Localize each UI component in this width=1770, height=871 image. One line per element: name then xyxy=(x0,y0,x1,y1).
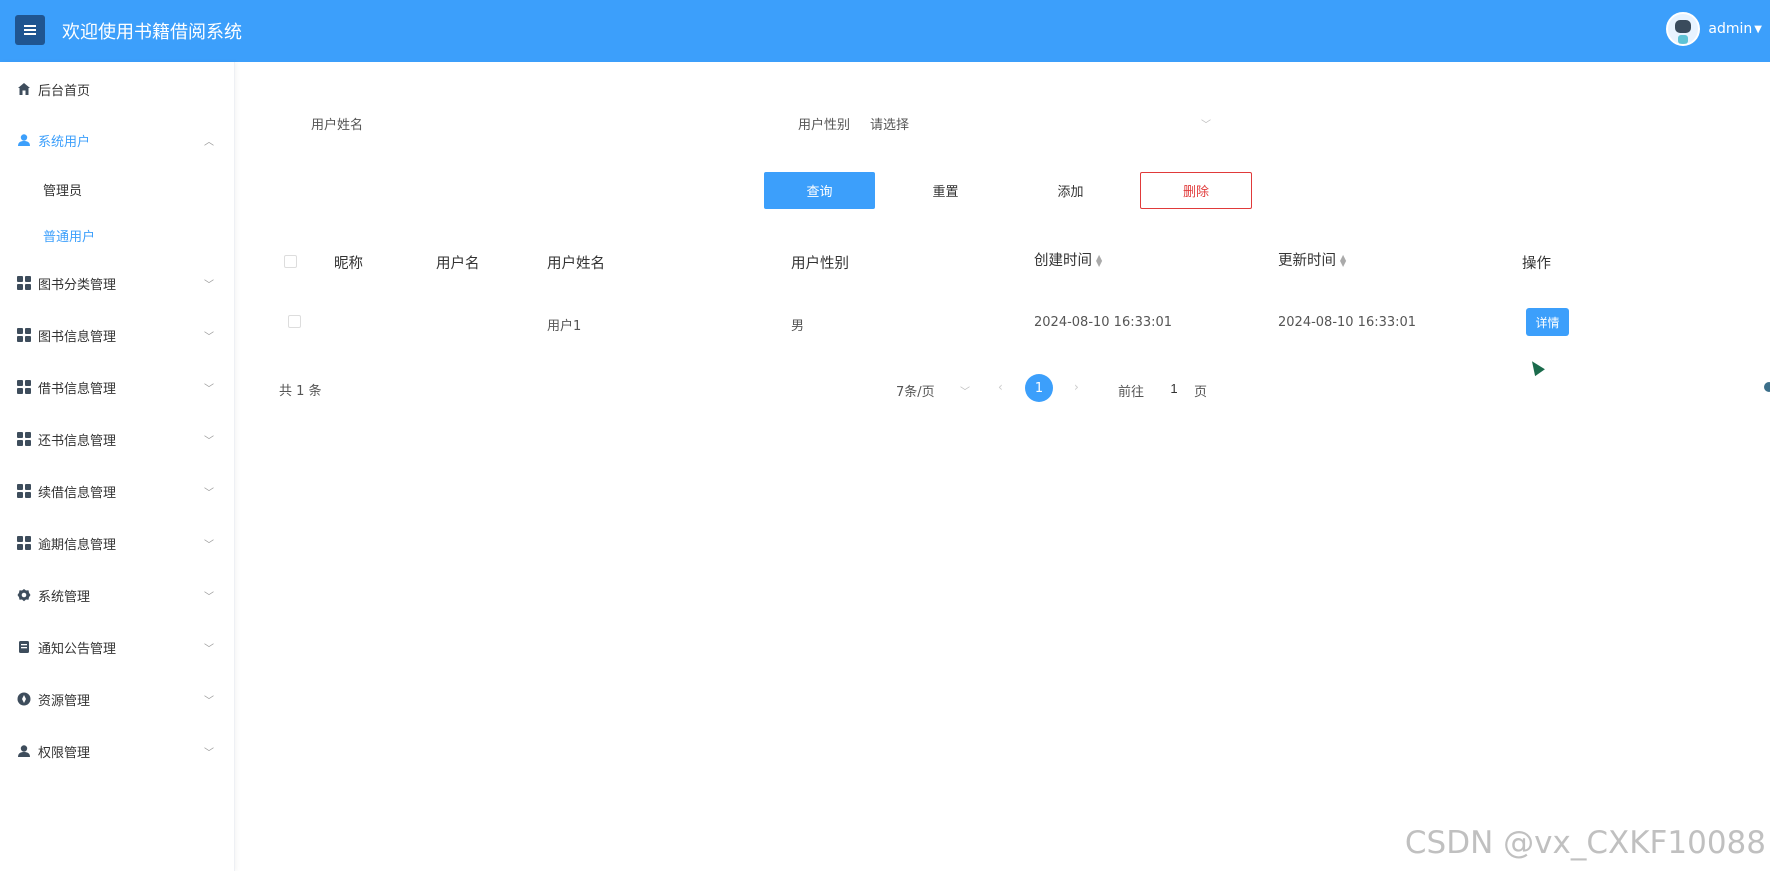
sidebar-item-home[interactable]: 后台首页 xyxy=(0,74,235,104)
hamburger-icon xyxy=(24,29,36,31)
sidebar-item-label: 逾期信息管理 xyxy=(38,537,117,553)
sort-icon[interactable]: ▲ ▼ xyxy=(1096,254,1102,268)
cell-realname: 用户1 xyxy=(547,319,582,334)
goto-prefix: 前往 xyxy=(1118,385,1145,400)
filter-gender-placeholder: 请选择 xyxy=(870,118,910,133)
watermark: CSDN @vx_CXKF10088 xyxy=(1404,825,1766,861)
delete-button[interactable]: 删除 xyxy=(1140,172,1252,209)
select-all-checkbox[interactable] xyxy=(284,255,297,268)
grid-icon xyxy=(17,276,31,290)
sidebar-item-label: 图书信息管理 xyxy=(38,329,117,345)
user-icon xyxy=(18,745,30,757)
column-header-nickname: 昵称 xyxy=(334,256,363,272)
sidebar-item-label: 系统管理 xyxy=(38,589,91,605)
main-content: 用户姓名 用户性别 请选择 ﹀ 查询 重置 添加 删除 昵称 用户名 用户姓名 … xyxy=(236,62,1770,871)
search-button[interactable]: 查询 xyxy=(764,172,875,209)
column-header-label: 更新时间 xyxy=(1278,253,1336,269)
filter-name-input[interactable] xyxy=(376,106,676,138)
sidebar-item-resource-management[interactable]: 资源管理 ﹀ xyxy=(0,684,235,714)
sidebar-item-label: 通知公告管理 xyxy=(38,641,117,657)
chevron-down-icon: ﹀ xyxy=(204,279,214,291)
sidebar-item-return-info[interactable]: 还书信息管理 ﹀ xyxy=(0,424,235,454)
sidebar-item-label: 权限管理 xyxy=(38,745,91,761)
chevron-down-icon: ﹀ xyxy=(204,695,214,707)
prev-page-icon[interactable]: ‹ xyxy=(998,380,1003,394)
user-name[interactable]: admin xyxy=(1708,21,1752,37)
goto-suffix: 页 xyxy=(1194,385,1208,400)
robot-avatar[interactable] xyxy=(1666,12,1701,46)
goto-page-input[interactable] xyxy=(1154,374,1194,402)
page-size-value: 7条/页 xyxy=(896,385,935,400)
column-header-created[interactable]: 创建时间 ▲ ▼ xyxy=(1034,249,1102,270)
chevron-down-icon: ﹀ xyxy=(204,747,214,759)
add-button[interactable]: 添加 xyxy=(1015,172,1126,209)
grid-icon xyxy=(17,328,31,342)
sidebar-item-label: 系统用户 xyxy=(38,134,91,150)
chevron-down-icon: ﹀ xyxy=(204,487,214,499)
sidebar-item-label: 借书信息管理 xyxy=(38,381,117,397)
column-header-label: 创建时间 xyxy=(1034,253,1092,269)
page-size-select[interactable]: 7条/页 ﹀ xyxy=(896,372,976,402)
sidebar-item-borrow-info[interactable]: 借书信息管理 ﹀ xyxy=(0,372,235,402)
sidebar-item-system-users[interactable]: 系统用户 ︿ xyxy=(0,125,235,155)
grid-icon xyxy=(17,536,31,550)
next-page-icon[interactable]: › xyxy=(1074,380,1079,394)
sidebar: 后台首页 系统用户 ︿ 管理员 普通用户 图书分类管理 ﹀ 图书信息管理 ﹀ 借… xyxy=(0,62,235,871)
column-header-actions: 操作 xyxy=(1522,256,1551,272)
filter-name-label: 用户姓名 xyxy=(311,118,364,133)
top-bar: 欢迎使用书籍借阅系统 admin ▼ xyxy=(0,0,1770,62)
sidebar-item-book-info[interactable]: 图书信息管理 ﹀ xyxy=(0,320,235,350)
column-header-realname: 用户姓名 xyxy=(547,256,605,272)
chevron-down-icon: ﹀ xyxy=(1201,120,1211,131)
chevron-down-icon: ﹀ xyxy=(204,643,214,655)
grid-icon xyxy=(17,432,31,446)
sidebar-item-notice-management[interactable]: 通知公告管理 ﹀ xyxy=(0,632,235,662)
gear-icon xyxy=(17,589,31,602)
chevron-down-icon: ﹀ xyxy=(204,591,214,603)
column-header-gender: 用户性别 xyxy=(791,256,849,272)
chevron-down-icon: ﹀ xyxy=(204,383,214,395)
chevron-down-icon[interactable]: ▼ xyxy=(1754,24,1762,35)
sidebar-subitem-normal-user[interactable]: 普通用户 xyxy=(43,226,95,245)
cell-created: 2024-08-10 16:33:01 xyxy=(1034,315,1173,330)
sidebar-item-renew-info[interactable]: 续借信息管理 ﹀ xyxy=(0,476,235,506)
sidebar-item-system-management[interactable]: 系统管理 ﹀ xyxy=(0,580,235,610)
sidebar-item-label: 图书分类管理 xyxy=(38,277,117,293)
user-icon xyxy=(18,134,30,146)
cell-updated: 2024-08-10 16:33:01 xyxy=(1278,315,1417,330)
chevron-down-icon: ﹀ xyxy=(204,331,214,343)
sidebar-item-permission-management[interactable]: 权限管理 ﹀ xyxy=(0,736,235,766)
compass-icon xyxy=(17,692,31,706)
detail-button[interactable]: 详情 xyxy=(1526,308,1569,336)
chevron-down-icon: ﹀ xyxy=(204,539,214,551)
sidebar-subitem-admin[interactable]: 管理员 xyxy=(43,180,82,199)
sidebar-item-label: 资源管理 xyxy=(38,693,91,709)
document-icon xyxy=(19,641,29,653)
column-header-username: 用户名 xyxy=(436,256,480,272)
chevron-up-icon: ︿ xyxy=(204,136,214,148)
filter-gender-select[interactable]: 请选择 ﹀ xyxy=(866,106,1216,138)
grid-icon xyxy=(17,484,31,498)
reset-button[interactable]: 重置 xyxy=(890,172,1001,209)
grid-icon xyxy=(17,380,31,394)
sidebar-item-label: 还书信息管理 xyxy=(38,433,117,449)
sort-icon[interactable]: ▲ ▼ xyxy=(1340,254,1346,268)
pagination-total: 共 1 条 xyxy=(279,384,322,399)
menu-toggle-button[interactable] xyxy=(15,15,45,45)
chevron-down-icon: ﹀ xyxy=(960,387,970,398)
column-header-updated[interactable]: 更新时间 ▲ ▼ xyxy=(1278,249,1346,270)
app-title: 欢迎使用书籍借阅系统 xyxy=(62,22,242,43)
floating-dot-icon[interactable] xyxy=(1764,382,1770,392)
user-menu[interactable]: admin ▼ xyxy=(1666,12,1762,46)
row-checkbox[interactable] xyxy=(288,315,301,328)
page-number-current[interactable]: 1 xyxy=(1025,374,1053,402)
sidebar-item-overdue-info[interactable]: 逾期信息管理 ﹀ xyxy=(0,528,235,558)
cell-gender: 男 xyxy=(791,319,805,334)
home-icon xyxy=(18,83,30,95)
sidebar-item-book-category[interactable]: 图书分类管理 ﹀ xyxy=(0,268,235,298)
filter-gender-label: 用户性别 xyxy=(798,118,851,133)
chevron-down-icon: ﹀ xyxy=(204,435,214,447)
sidebar-item-label: 续借信息管理 xyxy=(38,485,117,501)
sidebar-item-label: 后台首页 xyxy=(38,83,91,99)
